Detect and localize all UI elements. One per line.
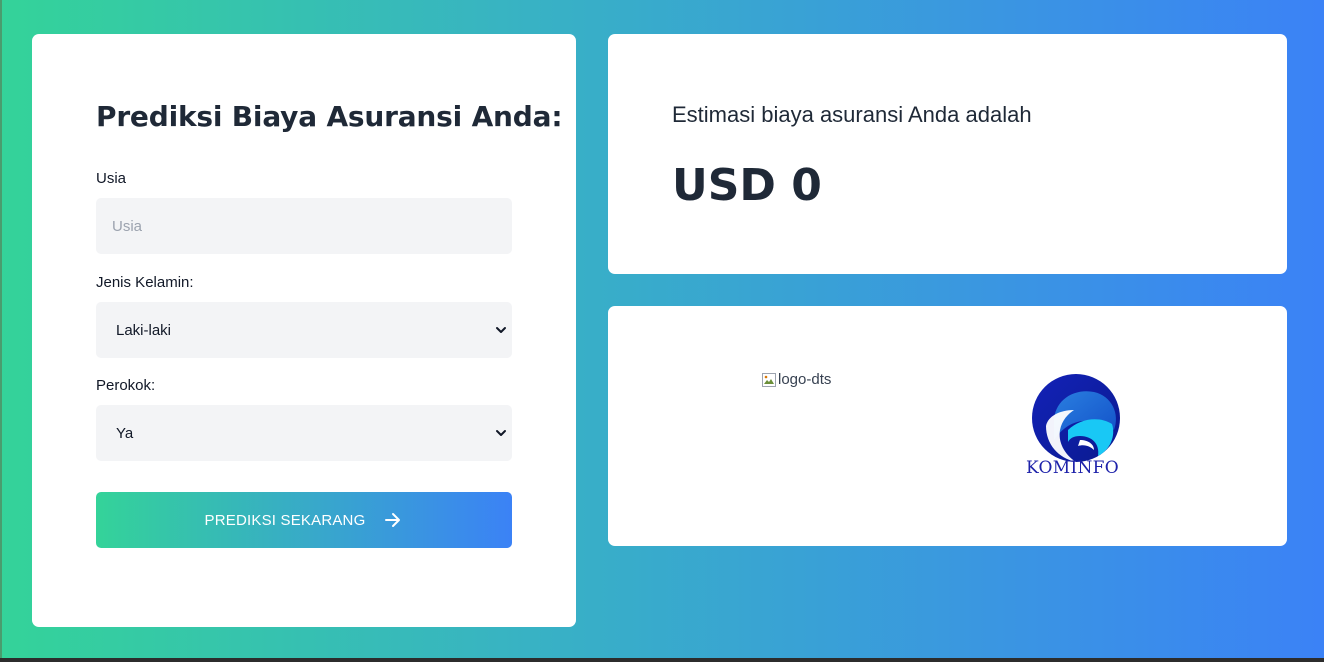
age-label: Usia — [96, 170, 127, 187]
broken-image-icon — [762, 372, 776, 387]
arrow-right-icon — [385, 513, 401, 527]
gender-label: Jenis Kelamin: — [96, 274, 194, 291]
smoker-select[interactable]: Ya — [96, 405, 512, 461]
estimate-text: Estimasi biaya asuransi Anda adalah — [672, 102, 1032, 127]
form-title: Prediksi Biaya Asuransi Anda: — [96, 100, 563, 133]
logo-dts-alt-text: logo-dts — [778, 371, 832, 388]
taskbar-strip — [0, 658, 1324, 662]
smoker-label: Perokok: — [96, 377, 156, 394]
age-input-placeholder: Usia — [112, 217, 143, 235]
gender-select-value: Laki-laki — [116, 321, 172, 339]
chevron-down-icon — [496, 327, 506, 333]
gender-select[interactable]: Laki-laki — [96, 302, 512, 358]
smoker-select-value: Ya — [116, 424, 134, 442]
predict-now-label: PREDIKSI SEKARANG — [204, 511, 366, 529]
age-input[interactable]: Usia — [96, 198, 512, 254]
kominfo-logo-text: KOMINFO — [1026, 458, 1120, 478]
logos-card: logo-dts KOMINFO — [608, 306, 1287, 546]
prediction-form-card: Prediksi Biaya Asuransi Anda: Usia Usia … — [32, 34, 576, 627]
predict-now-button[interactable]: PREDIKSI SEKARANG — [96, 492, 512, 548]
chevron-down-icon — [496, 430, 506, 436]
estimate-value: USD 0 — [672, 160, 822, 211]
window-edge — [0, 0, 2, 662]
result-card: Estimasi biaya asuransi Anda adalah USD … — [608, 34, 1287, 274]
logo-dts-image: logo-dts — [761, 371, 831, 388]
